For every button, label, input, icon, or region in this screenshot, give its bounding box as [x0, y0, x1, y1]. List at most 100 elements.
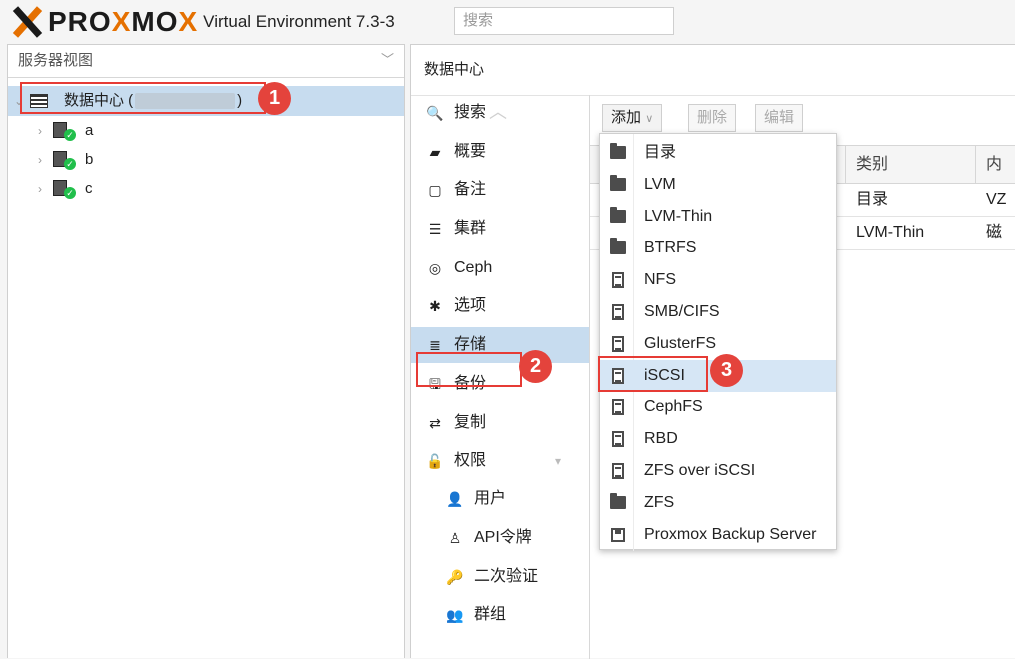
status-ok-icon: ✓ — [64, 129, 76, 141]
add-button[interactable]: 添加 ∨ — [602, 104, 663, 132]
add-menu-item-label: Proxmox Backup Server — [644, 525, 817, 543]
collapse-caret-icon[interactable]: ▾ — [555, 443, 561, 479]
node-label: b — [85, 151, 94, 168]
storage-disk-icon — [612, 304, 624, 320]
chevron-down-icon: ∨ — [645, 113, 654, 125]
edit-button[interactable]: 编辑 — [755, 104, 804, 132]
menu-item-label: Ceph — [454, 259, 493, 276]
users-icon: 👥 — [446, 607, 464, 623]
add-menu-item-label: ZFS — [644, 493, 675, 511]
menu-item-users[interactable]: 👥 群组 — [411, 597, 589, 633]
add-menu-item[interactable]: RBD — [600, 423, 836, 455]
menu-item-label: 选项 — [454, 297, 487, 314]
folder-icon — [610, 492, 626, 509]
expand-arrow-icon[interactable]: › — [38, 174, 42, 204]
add-menu-item[interactable]: LVM-Thin — [600, 201, 836, 233]
callout-badge-1: 1 — [258, 82, 291, 115]
add-menu-item-label: CephFS — [644, 398, 703, 416]
callout-box-3 — [598, 356, 708, 392]
gear-icon: ✱ — [429, 298, 441, 314]
add-menu-item[interactable]: NFS — [600, 264, 836, 296]
menu-item-label: 权限 — [454, 452, 487, 469]
cell-type: LVM-Thin — [856, 224, 925, 241]
user-icon: 👤 — [446, 491, 464, 507]
add-menu-item[interactable]: BTRFS — [600, 232, 836, 264]
unlock-icon: 🔓 — [426, 453, 444, 469]
add-menu-item[interactable]: ZFS over iSCSI — [600, 455, 836, 487]
cell-type: 目录 — [856, 191, 889, 208]
menu-item-user-outline[interactable]: ♙ API令牌 — [411, 520, 589, 556]
expand-arrow-icon[interactable]: › — [38, 116, 42, 146]
add-menu-item[interactable]: Proxmox Backup Server — [600, 519, 836, 551]
menu-item-retweet[interactable]: ⇄ 复制 — [411, 405, 589, 441]
menu-item-unlock[interactable]: 🔓 权限 ▾ — [411, 443, 589, 479]
resource-tree-panel: 服务器视图 ﹀ ⌄ 数据中心 () › ✓ a › ✓ b › ✓ c — [7, 44, 405, 658]
menu-item-key[interactable]: 🔑 二次验证 — [411, 559, 589, 595]
node-label: a — [85, 122, 94, 139]
folder-icon — [610, 206, 626, 223]
server-icon: ☰ — [428, 221, 442, 237]
storage-disk-icon — [612, 335, 624, 352]
tree-item-node[interactable]: › ✓ c — [8, 174, 404, 203]
search-icon: 🔍 — [426, 105, 444, 121]
floppy-icon — [611, 527, 625, 542]
callout-box-1 — [20, 82, 266, 114]
remove-button[interactable]: 删除 — [688, 104, 737, 132]
chevron-down-icon: ﹀ — [380, 52, 394, 67]
menu-item-label: 复制 — [454, 414, 487, 431]
add-menu-item-label: 目录 — [644, 144, 677, 161]
add-menu-item-label: ZFS over iSCSI — [644, 462, 756, 479]
storage-disk-icon — [612, 272, 624, 289]
menu-item-label: 搜索 — [454, 104, 487, 121]
menu-item-note[interactable]: ▢ 备注 — [411, 172, 589, 208]
menu-item-label: 二次验证 — [474, 568, 539, 585]
add-menu-item[interactable]: SMB/CIFS — [600, 296, 836, 328]
menu-item-book[interactable]: ▰ 概要 — [411, 134, 589, 170]
add-menu-item-label: LVM-Thin — [644, 207, 713, 225]
add-menu-item[interactable]: LVM — [600, 169, 836, 201]
view-selector[interactable]: 服务器视图 ﹀ — [8, 45, 404, 78]
global-search-input[interactable]: 搜索 — [454, 7, 674, 35]
menu-item-label: 备注 — [454, 181, 487, 198]
menu-item-server[interactable]: ☰ 集群 — [411, 211, 589, 247]
cell-content: 磁 — [986, 224, 1003, 241]
add-menu-item-label: SMB/CIFS — [644, 303, 720, 320]
status-ok-icon: ✓ — [64, 158, 76, 170]
menu-item-gear[interactable]: ✱ 选项 — [411, 288, 589, 324]
product-version: Virtual Environment 7.3-3 — [203, 12, 395, 31]
page-title: 数据中心 — [411, 45, 1015, 96]
menu-item-user[interactable]: 👤 用户 — [411, 481, 589, 517]
add-menu-item-label: RBD — [644, 430, 678, 448]
status-ok-icon: ✓ — [64, 187, 76, 199]
callout-badge-2: 2 — [519, 350, 552, 383]
expand-arrow-icon[interactable]: › — [38, 145, 42, 175]
user-outline-icon: ♙ — [448, 530, 462, 546]
menu-item-label: 概要 — [454, 143, 487, 160]
tree-item-node[interactable]: › ✓ a — [8, 116, 404, 145]
book-icon: ▰ — [429, 144, 441, 160]
callout-badge-3: 3 — [710, 354, 743, 387]
column-header-type[interactable]: 类别 — [845, 146, 975, 183]
menu-item-label: 群组 — [474, 606, 507, 623]
add-menu-item-label: LVM — [644, 175, 676, 193]
storage-disk-icon — [612, 431, 624, 448]
add-menu-item[interactable]: 目录 — [600, 137, 836, 169]
add-menu-item-label: NFS — [644, 271, 676, 289]
menu-item-label: API令牌 — [474, 529, 532, 546]
folder-icon — [610, 174, 626, 191]
tree-item-node[interactable]: › ✓ b — [8, 145, 404, 174]
add-storage-menu: 目录 LVM LVM-Thin BTRFS NFS SMB/CIFS GlusterFS iS… — [599, 133, 837, 551]
storage-disk-icon — [612, 399, 624, 416]
menu-item-label: 集群 — [454, 220, 487, 237]
storage-disk-icon — [612, 463, 624, 479]
retweet-icon: ⇄ — [429, 415, 441, 431]
column-header-content[interactable]: 内 — [975, 146, 1015, 183]
menu-item-search[interactable]: 🔍 搜索 — [411, 95, 589, 131]
add-menu-item[interactable]: CephFS — [600, 391, 836, 423]
node-label: c — [85, 180, 93, 197]
callout-box-2 — [416, 352, 522, 387]
folder-icon — [610, 238, 626, 255]
note-icon: ▢ — [428, 182, 442, 198]
add-menu-item[interactable]: ZFS — [600, 487, 836, 519]
menu-item-ceph[interactable]: ◎ Ceph — [411, 250, 589, 286]
